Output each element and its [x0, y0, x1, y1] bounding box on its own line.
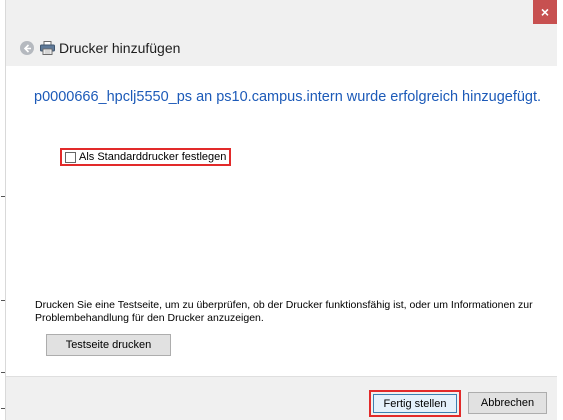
dialog-content: p0000666_hpclj5550_ps an ps10.campus.int… — [6, 66, 557, 376]
finish-highlight: Fertig stellen — [369, 390, 461, 417]
default-printer-checkbox[interactable] — [65, 151, 76, 163]
dialog-title: Drucker hinzufügen — [59, 40, 181, 56]
default-printer-label[interactable]: Als Standarddrucker festlegen — [79, 151, 226, 163]
printer-icon — [40, 41, 55, 55]
back-button[interactable] — [20, 41, 34, 55]
edge-marker — [1, 372, 5, 373]
print-test-page-button[interactable]: Testseite drucken — [46, 334, 171, 356]
edge-marker — [1, 300, 5, 301]
default-printer-option[interactable]: Als Standarddrucker festlegen — [60, 148, 232, 166]
add-printer-dialog: × Drucker hinzufügen p0000666_hpclj5550_… — [6, 0, 557, 420]
right-window-edge — [557, 0, 563, 420]
title-bar: × — [6, 0, 557, 27]
back-arrow-icon — [23, 43, 31, 53]
cancel-button[interactable]: Abbrechen — [468, 392, 547, 414]
close-icon: × — [540, 4, 550, 20]
edge-marker — [1, 196, 5, 197]
edge-marker — [1, 408, 5, 409]
navigation-bar: Drucker hinzufügen — [6, 30, 557, 66]
dialog-footer: Fertig stellen Abbrechen — [6, 376, 557, 420]
close-button[interactable]: × — [533, 0, 557, 24]
finish-button[interactable]: Fertig stellen — [373, 394, 457, 413]
success-message: p0000666_hpclj5550_ps an ps10.campus.int… — [34, 89, 542, 105]
test-page-info: Drucken Sie eine Testseite, um zu überpr… — [35, 299, 533, 324]
